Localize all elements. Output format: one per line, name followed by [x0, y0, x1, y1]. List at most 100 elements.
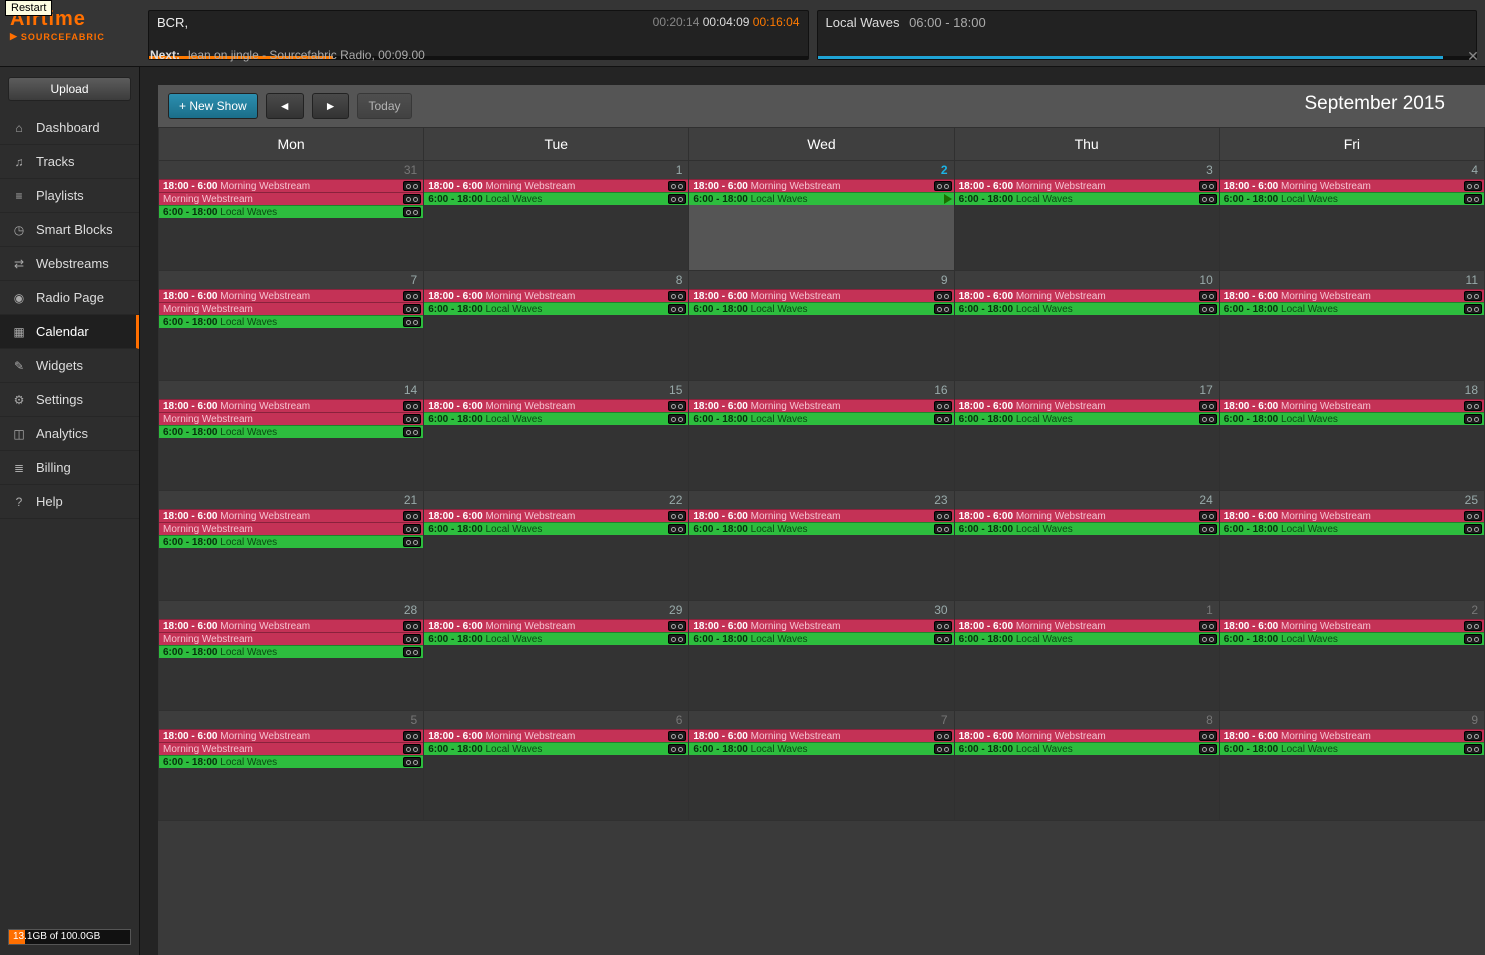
event-morning-webstream[interactable]: 18:00 - 6:00 Morning Webstream: [424, 289, 688, 302]
event-morning-webstream-cont[interactable]: Morning Webstream: [159, 632, 423, 645]
calendar-day[interactable]: 718:00 - 6:00 Morning WebstreamMorning W…: [159, 271, 424, 381]
event-local-waves[interactable]: 6:00 - 18:00 Local Waves: [424, 192, 688, 205]
event-morning-webstream[interactable]: 18:00 - 6:00 Morning Webstream: [689, 289, 953, 302]
calendar-day[interactable]: 2918:00 - 6:00 Morning Webstream6:00 - 1…: [424, 601, 689, 711]
nav-item-smart-blocks[interactable]: ◷Smart Blocks: [0, 213, 139, 247]
event-morning-webstream[interactable]: 18:00 - 6:00 Morning Webstream: [159, 619, 423, 632]
event-morning-webstream-cont[interactable]: Morning Webstream: [159, 522, 423, 535]
calendar-day[interactable]: 1118:00 - 6:00 Morning Webstream6:00 - 1…: [1219, 271, 1484, 381]
event-local-waves[interactable]: 6:00 - 18:00 Local Waves: [424, 302, 688, 315]
event-local-waves[interactable]: 6:00 - 18:00 Local Waves: [159, 535, 423, 548]
calendar-scroll[interactable]: MonTueWedThuFri 3118:00 - 6:00 Morning W…: [158, 127, 1485, 955]
close-icon[interactable]: ✕: [1465, 48, 1481, 64]
prev-button[interactable]: ◄: [266, 93, 304, 119]
calendar-day[interactable]: 2218:00 - 6:00 Morning Webstream6:00 - 1…: [424, 491, 689, 601]
calendar-day[interactable]: 1618:00 - 6:00 Morning Webstream6:00 - 1…: [689, 381, 954, 491]
upload-button[interactable]: Upload: [8, 77, 131, 101]
event-morning-webstream-cont[interactable]: Morning Webstream: [159, 742, 423, 755]
calendar-day[interactable]: 418:00 - 6:00 Morning Webstream6:00 - 18…: [1219, 161, 1484, 271]
calendar-day[interactable]: 918:00 - 6:00 Morning Webstream6:00 - 18…: [1219, 711, 1484, 821]
calendar-day[interactable]: 518:00 - 6:00 Morning WebstreamMorning W…: [159, 711, 424, 821]
event-local-waves[interactable]: 6:00 - 18:00 Local Waves: [424, 412, 688, 425]
calendar-day[interactable]: 1018:00 - 6:00 Morning Webstream6:00 - 1…: [954, 271, 1219, 381]
event-morning-webstream[interactable]: 18:00 - 6:00 Morning Webstream: [424, 399, 688, 412]
calendar-day[interactable]: 1718:00 - 6:00 Morning Webstream6:00 - 1…: [954, 381, 1219, 491]
nav-item-widgets[interactable]: ✎Widgets: [0, 349, 139, 383]
next-button[interactable]: ►: [312, 93, 350, 119]
calendar-day[interactable]: 2418:00 - 6:00 Morning Webstream6:00 - 1…: [954, 491, 1219, 601]
calendar-day[interactable]: 718:00 - 6:00 Morning Webstream6:00 - 18…: [689, 711, 954, 821]
calendar-day[interactable]: 1818:00 - 6:00 Morning Webstream6:00 - 1…: [1219, 381, 1484, 491]
event-morning-webstream[interactable]: 18:00 - 6:00 Morning Webstream: [159, 729, 423, 742]
event-morning-webstream[interactable]: 18:00 - 6:00 Morning Webstream: [1220, 729, 1484, 742]
event-morning-webstream[interactable]: 18:00 - 6:00 Morning Webstream: [689, 619, 953, 632]
event-local-waves[interactable]: 6:00 - 18:00 Local Waves: [955, 412, 1219, 425]
calendar-day[interactable]: 218:00 - 6:00 Morning Webstream6:00 - 18…: [1219, 601, 1484, 711]
event-local-waves[interactable]: 6:00 - 18:00 Local Waves: [689, 412, 953, 425]
calendar-day[interactable]: 2518:00 - 6:00 Morning Webstream6:00 - 1…: [1219, 491, 1484, 601]
event-morning-webstream-cont[interactable]: Morning Webstream: [159, 192, 423, 205]
event-local-waves[interactable]: 6:00 - 18:00 Local Waves: [159, 205, 423, 218]
nav-item-webstreams[interactable]: ⇄Webstreams: [0, 247, 139, 281]
calendar-day[interactable]: 2318:00 - 6:00 Morning Webstream6:00 - 1…: [689, 491, 954, 601]
event-local-waves[interactable]: 6:00 - 18:00 Local Waves: [689, 522, 953, 535]
event-local-waves[interactable]: 6:00 - 18:00 Local Waves: [955, 192, 1219, 205]
event-local-waves[interactable]: 6:00 - 18:00 Local Waves: [1220, 192, 1484, 205]
nav-item-analytics[interactable]: ◫Analytics: [0, 417, 139, 451]
event-morning-webstream-cont[interactable]: Morning Webstream: [159, 302, 423, 315]
nav-item-settings[interactable]: ⚙Settings: [0, 383, 139, 417]
calendar-day[interactable]: 3018:00 - 6:00 Morning Webstream6:00 - 1…: [689, 601, 954, 711]
nav-item-calendar[interactable]: ▦Calendar: [0, 315, 139, 349]
calendar-day[interactable]: 2818:00 - 6:00 Morning WebstreamMorning …: [159, 601, 424, 711]
event-morning-webstream[interactable]: 18:00 - 6:00 Morning Webstream: [689, 179, 953, 192]
event-local-waves[interactable]: 6:00 - 18:00 Local Waves: [1220, 412, 1484, 425]
event-local-waves[interactable]: 6:00 - 18:00 Local Waves: [159, 315, 423, 328]
event-morning-webstream[interactable]: 18:00 - 6:00 Morning Webstream: [159, 399, 423, 412]
calendar-day[interactable]: 118:00 - 6:00 Morning Webstream6:00 - 18…: [424, 161, 689, 271]
event-morning-webstream[interactable]: 18:00 - 6:00 Morning Webstream: [955, 289, 1219, 302]
calendar-day[interactable]: 218:00 - 6:00 Morning Webstream6:00 - 18…: [689, 161, 954, 271]
event-local-waves[interactable]: 6:00 - 18:00 Local Waves: [689, 192, 953, 205]
calendar-day[interactable]: 1518:00 - 6:00 Morning Webstream6:00 - 1…: [424, 381, 689, 491]
event-morning-webstream[interactable]: 18:00 - 6:00 Morning Webstream: [1220, 509, 1484, 522]
nav-item-tracks[interactable]: ♫Tracks: [0, 145, 139, 179]
event-morning-webstream[interactable]: 18:00 - 6:00 Morning Webstream: [424, 619, 688, 632]
event-morning-webstream[interactable]: 18:00 - 6:00 Morning Webstream: [955, 509, 1219, 522]
today-button[interactable]: Today: [357, 93, 411, 119]
event-morning-webstream[interactable]: 18:00 - 6:00 Morning Webstream: [1220, 619, 1484, 632]
event-morning-webstream[interactable]: 18:00 - 6:00 Morning Webstream: [955, 619, 1219, 632]
event-morning-webstream[interactable]: 18:00 - 6:00 Morning Webstream: [424, 509, 688, 522]
event-local-waves[interactable]: 6:00 - 18:00 Local Waves: [955, 522, 1219, 535]
event-morning-webstream[interactable]: 18:00 - 6:00 Morning Webstream: [424, 729, 688, 742]
new-show-button[interactable]: + New Show: [168, 93, 258, 119]
event-morning-webstream[interactable]: 18:00 - 6:00 Morning Webstream: [689, 729, 953, 742]
event-morning-webstream[interactable]: 18:00 - 6:00 Morning Webstream: [955, 399, 1219, 412]
event-local-waves[interactable]: 6:00 - 18:00 Local Waves: [1220, 522, 1484, 535]
event-morning-webstream[interactable]: 18:00 - 6:00 Morning Webstream: [955, 179, 1219, 192]
event-morning-webstream[interactable]: 18:00 - 6:00 Morning Webstream: [159, 179, 423, 192]
calendar-day[interactable]: 1418:00 - 6:00 Morning WebstreamMorning …: [159, 381, 424, 491]
calendar-day[interactable]: 918:00 - 6:00 Morning Webstream6:00 - 18…: [689, 271, 954, 381]
calendar-day[interactable]: 2118:00 - 6:00 Morning WebstreamMorning …: [159, 491, 424, 601]
event-local-waves[interactable]: 6:00 - 18:00 Local Waves: [159, 755, 423, 768]
event-local-waves[interactable]: 6:00 - 18:00 Local Waves: [424, 632, 688, 645]
calendar-day[interactable]: 318:00 - 6:00 Morning Webstream6:00 - 18…: [954, 161, 1219, 271]
event-morning-webstream-cont[interactable]: Morning Webstream: [159, 412, 423, 425]
nav-item-dashboard[interactable]: ⌂Dashboard: [0, 111, 139, 145]
event-local-waves[interactable]: 6:00 - 18:00 Local Waves: [689, 632, 953, 645]
event-local-waves[interactable]: 6:00 - 18:00 Local Waves: [1220, 742, 1484, 755]
event-local-waves[interactable]: 6:00 - 18:00 Local Waves: [955, 632, 1219, 645]
event-morning-webstream[interactable]: 18:00 - 6:00 Morning Webstream: [689, 399, 953, 412]
calendar-day[interactable]: 118:00 - 6:00 Morning Webstream6:00 - 18…: [954, 601, 1219, 711]
calendar-day[interactable]: 818:00 - 6:00 Morning Webstream6:00 - 18…: [424, 271, 689, 381]
calendar-day[interactable]: 3118:00 - 6:00 Morning WebstreamMorning …: [159, 161, 424, 271]
event-morning-webstream[interactable]: 18:00 - 6:00 Morning Webstream: [689, 509, 953, 522]
event-local-waves[interactable]: 6:00 - 18:00 Local Waves: [689, 742, 953, 755]
calendar-day[interactable]: 818:00 - 6:00 Morning Webstream6:00 - 18…: [954, 711, 1219, 821]
event-morning-webstream[interactable]: 18:00 - 6:00 Morning Webstream: [1220, 289, 1484, 302]
event-morning-webstream[interactable]: 18:00 - 6:00 Morning Webstream: [955, 729, 1219, 742]
event-morning-webstream[interactable]: 18:00 - 6:00 Morning Webstream: [1220, 179, 1484, 192]
event-local-waves[interactable]: 6:00 - 18:00 Local Waves: [1220, 302, 1484, 315]
event-morning-webstream[interactable]: 18:00 - 6:00 Morning Webstream: [159, 509, 423, 522]
calendar-day[interactable]: 618:00 - 6:00 Morning Webstream6:00 - 18…: [424, 711, 689, 821]
